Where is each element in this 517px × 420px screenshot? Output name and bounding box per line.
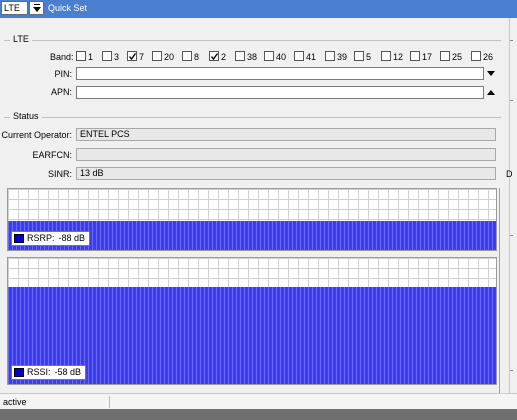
- band-checkbox-38[interactable]: [235, 51, 245, 61]
- window-title: Quick Set: [48, 3, 88, 13]
- rssi-legend: RSSI: -58 dB: [11, 365, 87, 380]
- rssi-graph: RSSI: -58 dB: [7, 257, 497, 385]
- sinr-label: SINR:: [47, 169, 72, 179]
- clipped-label: D: [506, 169, 513, 179]
- band-checkbox-17[interactable]: [410, 51, 420, 61]
- band-label-8: 8: [194, 52, 200, 62]
- rsrp-graph: RSRP: -88 dB: [7, 188, 497, 251]
- lte-section-divider: [4, 40, 501, 41]
- edge-tick: [510, 100, 513, 101]
- band-checkbox-2[interactable]: [209, 51, 219, 61]
- rsrp-label: RSRP:: [27, 233, 55, 243]
- pin-label: PIN:: [54, 69, 72, 79]
- rsrp-legend: RSRP: -88 dB: [11, 231, 91, 246]
- earfcn-field: [76, 148, 496, 161]
- band-label-3: 3: [114, 52, 120, 62]
- mode-dropdown-button[interactable]: [29, 1, 44, 15]
- apn-label: APN:: [50, 87, 72, 97]
- lte-section-title: LTE: [10, 34, 32, 44]
- pin-collapse-arrow-icon[interactable]: [487, 71, 495, 77]
- band-checkbox-5[interactable]: [354, 51, 364, 61]
- band-checkbox-20[interactable]: [152, 51, 162, 61]
- status-section-title: Status: [10, 111, 42, 121]
- band-checkbox-41[interactable]: [294, 51, 304, 61]
- apn-field[interactable]: [76, 86, 484, 99]
- band-label-12: 12: [393, 52, 404, 62]
- band-label-26: 26: [483, 52, 494, 62]
- edge-tick: [510, 370, 513, 371]
- band-checkbox-1[interactable]: [76, 51, 86, 61]
- status-bar: active: [0, 393, 517, 410]
- band-checkbox-8[interactable]: [182, 51, 192, 61]
- band-checkbox-39[interactable]: [325, 51, 335, 61]
- right-divider: [509, 18, 510, 398]
- band-checkbox-7[interactable]: [127, 51, 137, 61]
- band-checkbox-12[interactable]: [381, 51, 391, 61]
- graph-divider: [499, 188, 500, 393]
- earfcn-label: EARFCN:: [32, 150, 72, 160]
- edge-tick: [510, 235, 513, 236]
- band-checkbox-3[interactable]: [102, 51, 112, 61]
- band-checkbox-40[interactable]: [264, 51, 274, 61]
- rsrp-color-swatch: [14, 234, 24, 243]
- band-label-38: 38: [247, 52, 258, 62]
- band-label-2: 2: [221, 52, 227, 62]
- band-label-17: 17: [422, 52, 433, 62]
- operator-field: ENTEL PCS: [76, 128, 496, 141]
- rssi-color-swatch: [14, 368, 24, 377]
- pin-field[interactable]: [76, 67, 484, 80]
- bottom-bar: [0, 409, 517, 420]
- operator-label: Current Operator:: [1, 130, 72, 140]
- rssi-value: -58 dB: [54, 367, 82, 377]
- checkmark-icon: [128, 53, 137, 61]
- chevron-down-icon: [33, 4, 41, 12]
- band-label-41: 41: [306, 52, 317, 62]
- band-label-40: 40: [276, 52, 287, 62]
- sinr-field: 13 dB: [76, 167, 496, 180]
- status-separator: [109, 396, 110, 408]
- band-label-25: 25: [452, 52, 463, 62]
- mode-select[interactable]: LTE: [1, 1, 28, 15]
- band-label: Band:: [50, 52, 74, 62]
- status-text: active: [3, 397, 27, 407]
- band-checkbox-26[interactable]: [471, 51, 481, 61]
- checkmark-icon: [210, 53, 219, 61]
- band-checkbox-25[interactable]: [440, 51, 450, 61]
- band-label-5: 5: [366, 52, 372, 62]
- band-label-39: 39: [337, 52, 348, 62]
- band-label-1: 1: [88, 52, 94, 62]
- apn-expand-arrow-icon[interactable]: [487, 90, 495, 96]
- edge-tick: [510, 40, 513, 41]
- rssi-label: RSSI:: [27, 367, 51, 377]
- band-label-7: 7: [139, 52, 145, 62]
- rsrp-value: -88 dB: [58, 233, 86, 243]
- title-bar: LTE Quick Set: [0, 0, 517, 18]
- status-section-divider: [4, 117, 501, 118]
- band-label-20: 20: [164, 52, 175, 62]
